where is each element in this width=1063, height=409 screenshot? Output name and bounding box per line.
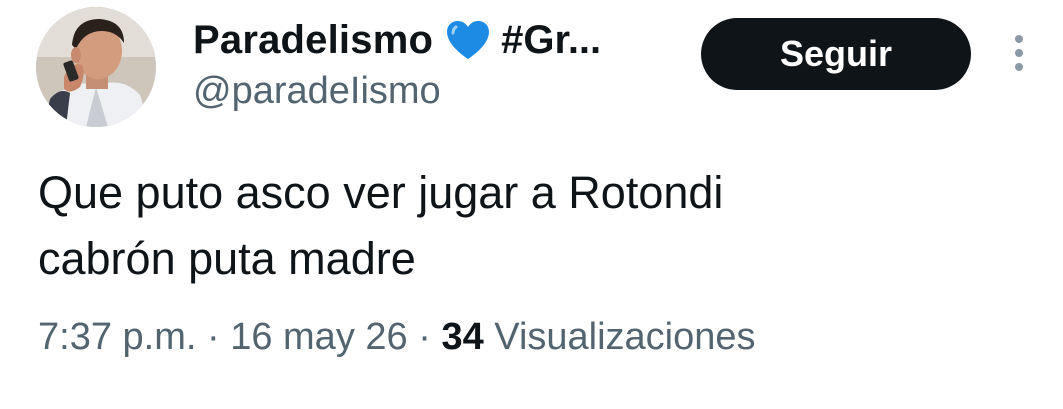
author-handle[interactable]: @paradeIismo [193, 70, 441, 113]
name-suffix[interactable]: #Gr... [501, 18, 601, 63]
meta-separator: · [418, 316, 431, 358]
tweet-meta: 7:37 p.m. · 16 may 26 · 34 Visualizacion… [38, 316, 756, 359]
more-options-icon[interactable] [1008, 34, 1030, 74]
tweet-date[interactable]: 16 may 26 [230, 316, 407, 358]
views-count[interactable]: 34 [441, 316, 483, 358]
tweet-text: Que puto asco ver jugar a Rotondi cabrón… [38, 160, 998, 292]
author-name-row[interactable]: Paradelismo #Gr... [193, 14, 601, 66]
tweet-text-line-2: cabrón puta madre [38, 233, 416, 284]
avatar[interactable] [36, 7, 156, 127]
blue-heart-icon [445, 19, 491, 61]
tweet-time[interactable]: 7:37 p.m. [38, 316, 196, 358]
views-label[interactable]: Visualizaciones [494, 316, 755, 358]
avatar-photo [36, 7, 156, 127]
tweet-text-line-1: Que puto asco ver jugar a Rotondi [38, 167, 724, 218]
meta-separator: · [206, 316, 220, 358]
display-name[interactable]: Paradelismo [193, 18, 433, 63]
follow-button[interactable]: Seguir [701, 18, 971, 90]
